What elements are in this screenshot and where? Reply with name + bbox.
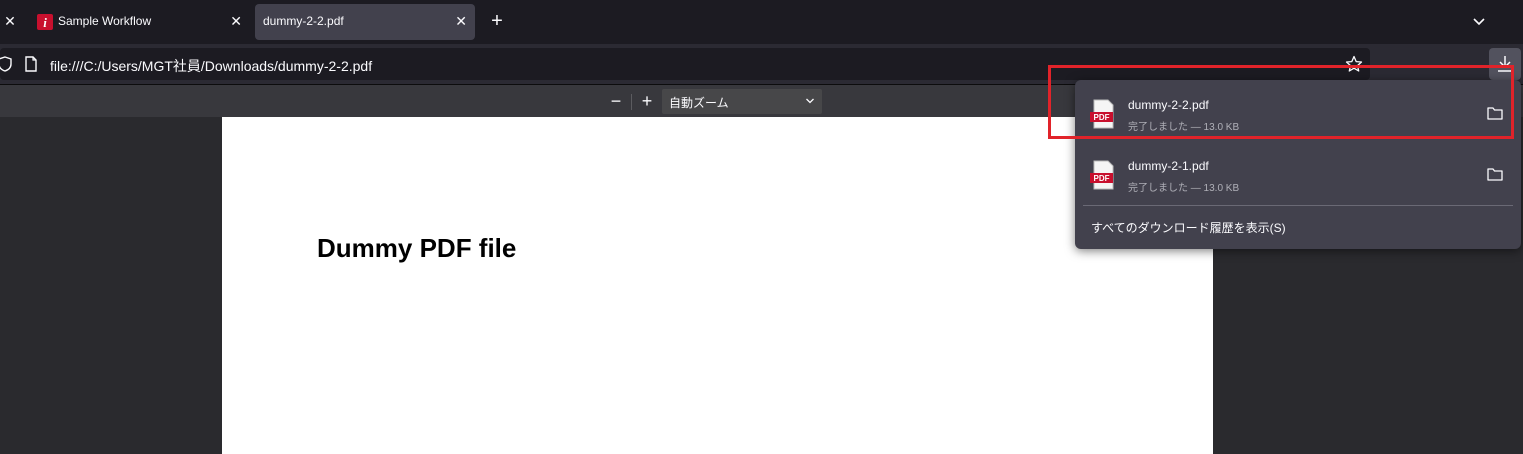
svg-text:i: i bbox=[43, 15, 47, 30]
pdf-page-title: Dummy PDF file bbox=[317, 233, 517, 263]
folder-icon[interactable] bbox=[1487, 167, 1503, 181]
list-all-tabs-chevron-icon[interactable] bbox=[1470, 13, 1488, 31]
close-tab-icon[interactable]: ✕ bbox=[2, 13, 18, 29]
toolbar-separator bbox=[631, 94, 632, 110]
chevron-down-icon bbox=[806, 98, 814, 104]
close-tab-icon[interactable]: ✕ bbox=[230, 14, 242, 28]
tab-label: dummy-2-2.pdf bbox=[263, 14, 344, 28]
download-filename: dummy-2-1.pdf bbox=[1128, 159, 1209, 173]
zoom-select[interactable]: 自動ズーム bbox=[662, 89, 822, 114]
download-item[interactable]: PDF dummy-2-1.pdf 完了しました — 13.0 KB bbox=[1081, 147, 1515, 203]
tab-dummy-pdf[interactable]: dummy-2-2.pdf ✕ bbox=[255, 4, 475, 40]
shield-icon[interactable] bbox=[0, 56, 12, 72]
tab-sample-workflow[interactable]: i Sample Workflow ✕ bbox=[28, 4, 250, 40]
zoom-in-button[interactable]: + bbox=[637, 91, 657, 111]
show-all-downloads-button[interactable]: すべてのダウンロード履歴を表示(S) bbox=[1091, 219, 1286, 236]
tab-label: Sample Workflow bbox=[58, 14, 152, 28]
download-status: 完了しました — 13.0 KB bbox=[1128, 183, 1240, 194]
new-tab-button[interactable]: + bbox=[488, 11, 506, 31]
url-text[interactable]: file:///C:/Users/MGT社員/Downloads/dummy-2… bbox=[50, 56, 372, 76]
close-tab-icon[interactable]: ✕ bbox=[455, 14, 467, 28]
pdf-file-icon: PDF bbox=[1090, 160, 1114, 190]
pdf-page: Dummy PDF file bbox=[222, 117, 1213, 454]
page-icon[interactable] bbox=[24, 56, 38, 72]
highlight-box bbox=[1048, 65, 1514, 139]
panel-separator bbox=[1083, 205, 1513, 206]
zoom-out-button[interactable]: − bbox=[606, 91, 626, 111]
app-favicon-icon: i bbox=[37, 14, 53, 30]
zoom-select-value: 自動ズーム bbox=[669, 96, 729, 110]
tab-bar: ✕ i Sample Workflow ✕ dummy-2-2.pdf ✕ + bbox=[0, 0, 1523, 44]
svg-text:PDF: PDF bbox=[1094, 174, 1110, 183]
